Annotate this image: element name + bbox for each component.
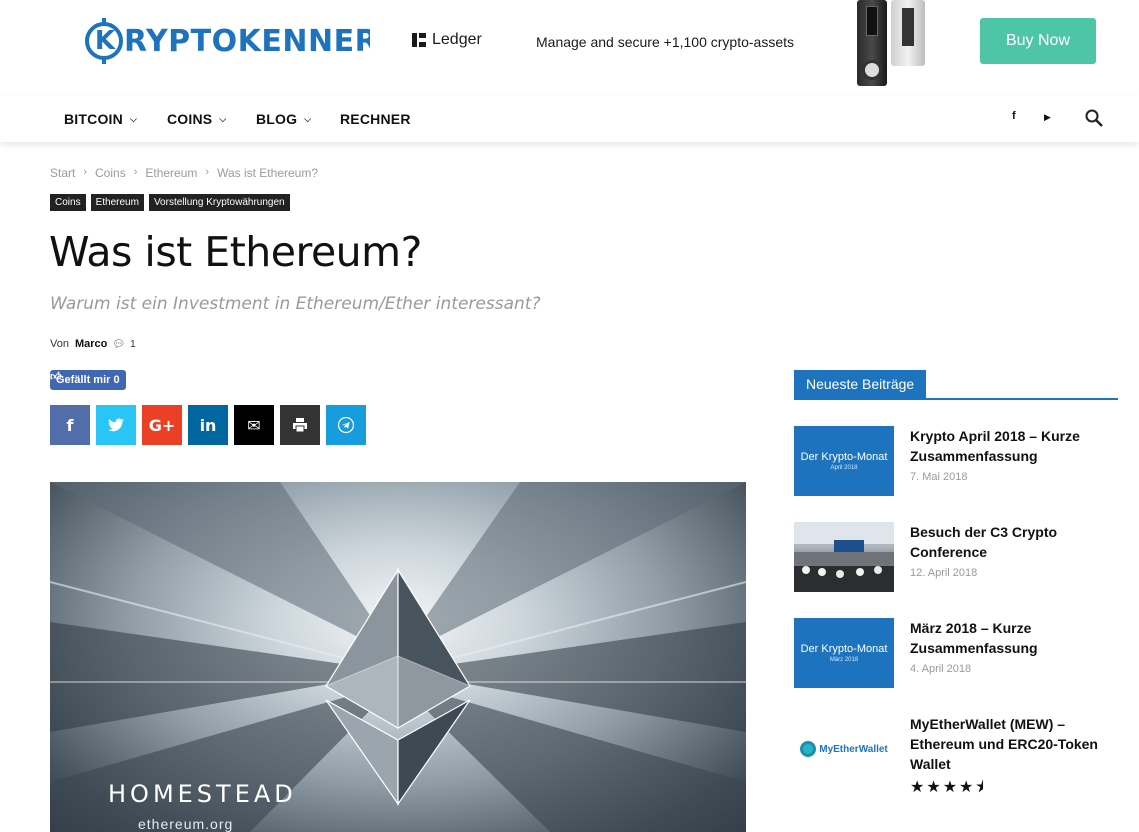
- breadcrumb-link-start[interactable]: Start: [50, 166, 75, 180]
- googleplus-icon: G+: [148, 415, 176, 435]
- site-header: K RYPTOKENNER Ledger Manage and secure +…: [0, 0, 1139, 96]
- breadcrumb-separator: ›: [205, 166, 210, 178]
- chevron-down-icon: ⌵: [129, 113, 137, 124]
- share-email-button[interactable]: ✉: [234, 405, 274, 445]
- ad-tagline: Manage and secure +1,100 crypto-assets: [536, 34, 794, 50]
- main-navigation: BITCOIN ⌵ COINS ⌵ BLOG ⌵ RECHNER f ▶: [0, 96, 1139, 142]
- comment-icon[interactable]: 💬︎: [112, 339, 125, 350]
- youtube-icon[interactable]: ▶: [1044, 112, 1051, 123]
- author-link[interactable]: Marco: [75, 338, 107, 350]
- ledger-ad-banner[interactable]: Ledger Manage and secure +1,100 crypto-a…: [370, 0, 1139, 90]
- sidebar-heading: Neueste Beiträge: [794, 370, 927, 398]
- hero-url-text: ethereum.org: [138, 816, 234, 832]
- post-thumbnail[interactable]: Der Krypto-Monat März 2018: [794, 618, 894, 688]
- breadcrumb-separator: ›: [133, 166, 138, 178]
- post-title-link[interactable]: MyEtherWallet (MEW) – Ethereum und ERC20…: [910, 714, 1110, 774]
- conference-photo: [794, 522, 894, 592]
- share-googleplus-button[interactable]: G+: [142, 405, 182, 445]
- buy-now-button[interactable]: Buy Now: [980, 18, 1096, 64]
- breadcrumb-current: Was ist Ethereum?: [217, 166, 318, 180]
- share-facebook-button[interactable]: f: [50, 405, 90, 445]
- email-icon: ✉: [247, 415, 261, 435]
- post-thumbnail[interactable]: MyEtherWallet: [794, 714, 894, 784]
- nav-item-blog[interactable]: BLOG ⌵: [256, 96, 311, 142]
- twitter-icon: [108, 418, 124, 432]
- linkedin-icon: in: [199, 415, 217, 435]
- nav-item-rechner[interactable]: RECHNER: [340, 96, 411, 142]
- logo-coin-icon: K: [85, 18, 123, 64]
- tag-coins[interactable]: Coins: [50, 194, 86, 211]
- tag-vorstellung[interactable]: Vorstellung Kryptowährungen: [148, 194, 290, 211]
- facebook-icon: f: [66, 415, 74, 435]
- print-icon: [293, 418, 307, 432]
- myetherwallet-logo: MyEtherWallet: [800, 741, 888, 757]
- sidebar-latest-posts-header: Neueste Beiträge: [794, 370, 1118, 400]
- logo-text: RYPTOKENNER: [124, 23, 379, 59]
- article-title: Was ist Ethereum?: [49, 228, 422, 276]
- chevron-down-icon: ⌵: [219, 113, 227, 124]
- post-title-link[interactable]: Besuch der C3 Crypto Conference: [910, 522, 1110, 562]
- search-icon[interactable]: [1085, 109, 1103, 127]
- breadcrumb-separator: ›: [83, 166, 88, 178]
- breadcrumb-link-coins[interactable]: Coins: [95, 166, 126, 180]
- site-logo[interactable]: K RYPTOKENNER: [85, 17, 378, 65]
- sidebar-post[interactable]: Besuch der C3 Crypto Conference 12. Apri…: [794, 522, 1118, 592]
- myetherwallet-icon: [800, 741, 817, 757]
- post-title-link[interactable]: März 2018 – Kurze Zusammenfassung: [910, 618, 1110, 658]
- post-thumbnail[interactable]: [794, 522, 894, 592]
- nav-item-bitcoin[interactable]: BITCOIN ⌵: [64, 96, 137, 142]
- ledger-device-image: [857, 0, 887, 86]
- share-print-button[interactable]: [280, 405, 320, 445]
- share-linkedin-button[interactable]: in: [188, 405, 228, 445]
- facebook-icon[interactable]: f: [1012, 110, 1016, 122]
- breadcrumb-link-ethereum[interactable]: Ethereum: [145, 166, 197, 180]
- share-buttons: f G+ in ✉: [50, 405, 366, 445]
- comment-count[interactable]: 1: [130, 339, 136, 350]
- share-twitter-button[interactable]: [96, 405, 136, 445]
- chevron-down-icon: ⌵: [304, 113, 312, 124]
- post-title-link[interactable]: Krypto April 2018 – Kurze Zusammenfassun…: [910, 426, 1110, 466]
- category-tags: Coins Ethereum Vorstellung Kryptowährung…: [50, 194, 290, 211]
- telegram-icon: [338, 417, 354, 433]
- article-hero-image: HOMESTEAD ethereum.org: [50, 482, 746, 832]
- sidebar-post[interactable]: Der Krypto-Monat März 2018 März 2018 – K…: [794, 618, 1118, 688]
- rating-stars: ★★★★⯨: [910, 779, 986, 796]
- hero-homestead-text: HOMESTEAD: [108, 780, 297, 808]
- tag-ethereum[interactable]: Ethereum: [90, 194, 144, 211]
- post-date: 4. April 2018: [910, 663, 972, 675]
- post-date: 7. Mai 2018: [910, 471, 968, 483]
- post-date: 12. April 2018: [910, 567, 978, 579]
- facebook-like-button[interactable]: 👍︎ Gefällt mir 0: [50, 370, 126, 390]
- ledger-device-image: [891, 0, 925, 66]
- article-meta: Von Marco 💬︎ 1: [50, 338, 136, 350]
- ledger-logo: Ledger: [412, 31, 482, 49]
- nav-item-coins[interactable]: COINS ⌵: [167, 96, 226, 142]
- sidebar-post[interactable]: Der Krypto-Monat April 2018 Krypto April…: [794, 426, 1118, 496]
- breadcrumb: Start › Coins › Ethereum › Was ist Ether…: [50, 166, 318, 180]
- by-label: Von: [50, 338, 69, 350]
- ledger-mark-icon: [412, 33, 426, 47]
- article-subtitle: Warum ist ein Investment in Ethereum/Eth…: [50, 294, 541, 314]
- sidebar-post[interactable]: MyEtherWallet MyEtherWallet (MEW) – Ethe…: [794, 714, 1118, 804]
- post-thumbnail[interactable]: Der Krypto-Monat April 2018: [794, 426, 894, 496]
- share-telegram-button[interactable]: [326, 405, 366, 445]
